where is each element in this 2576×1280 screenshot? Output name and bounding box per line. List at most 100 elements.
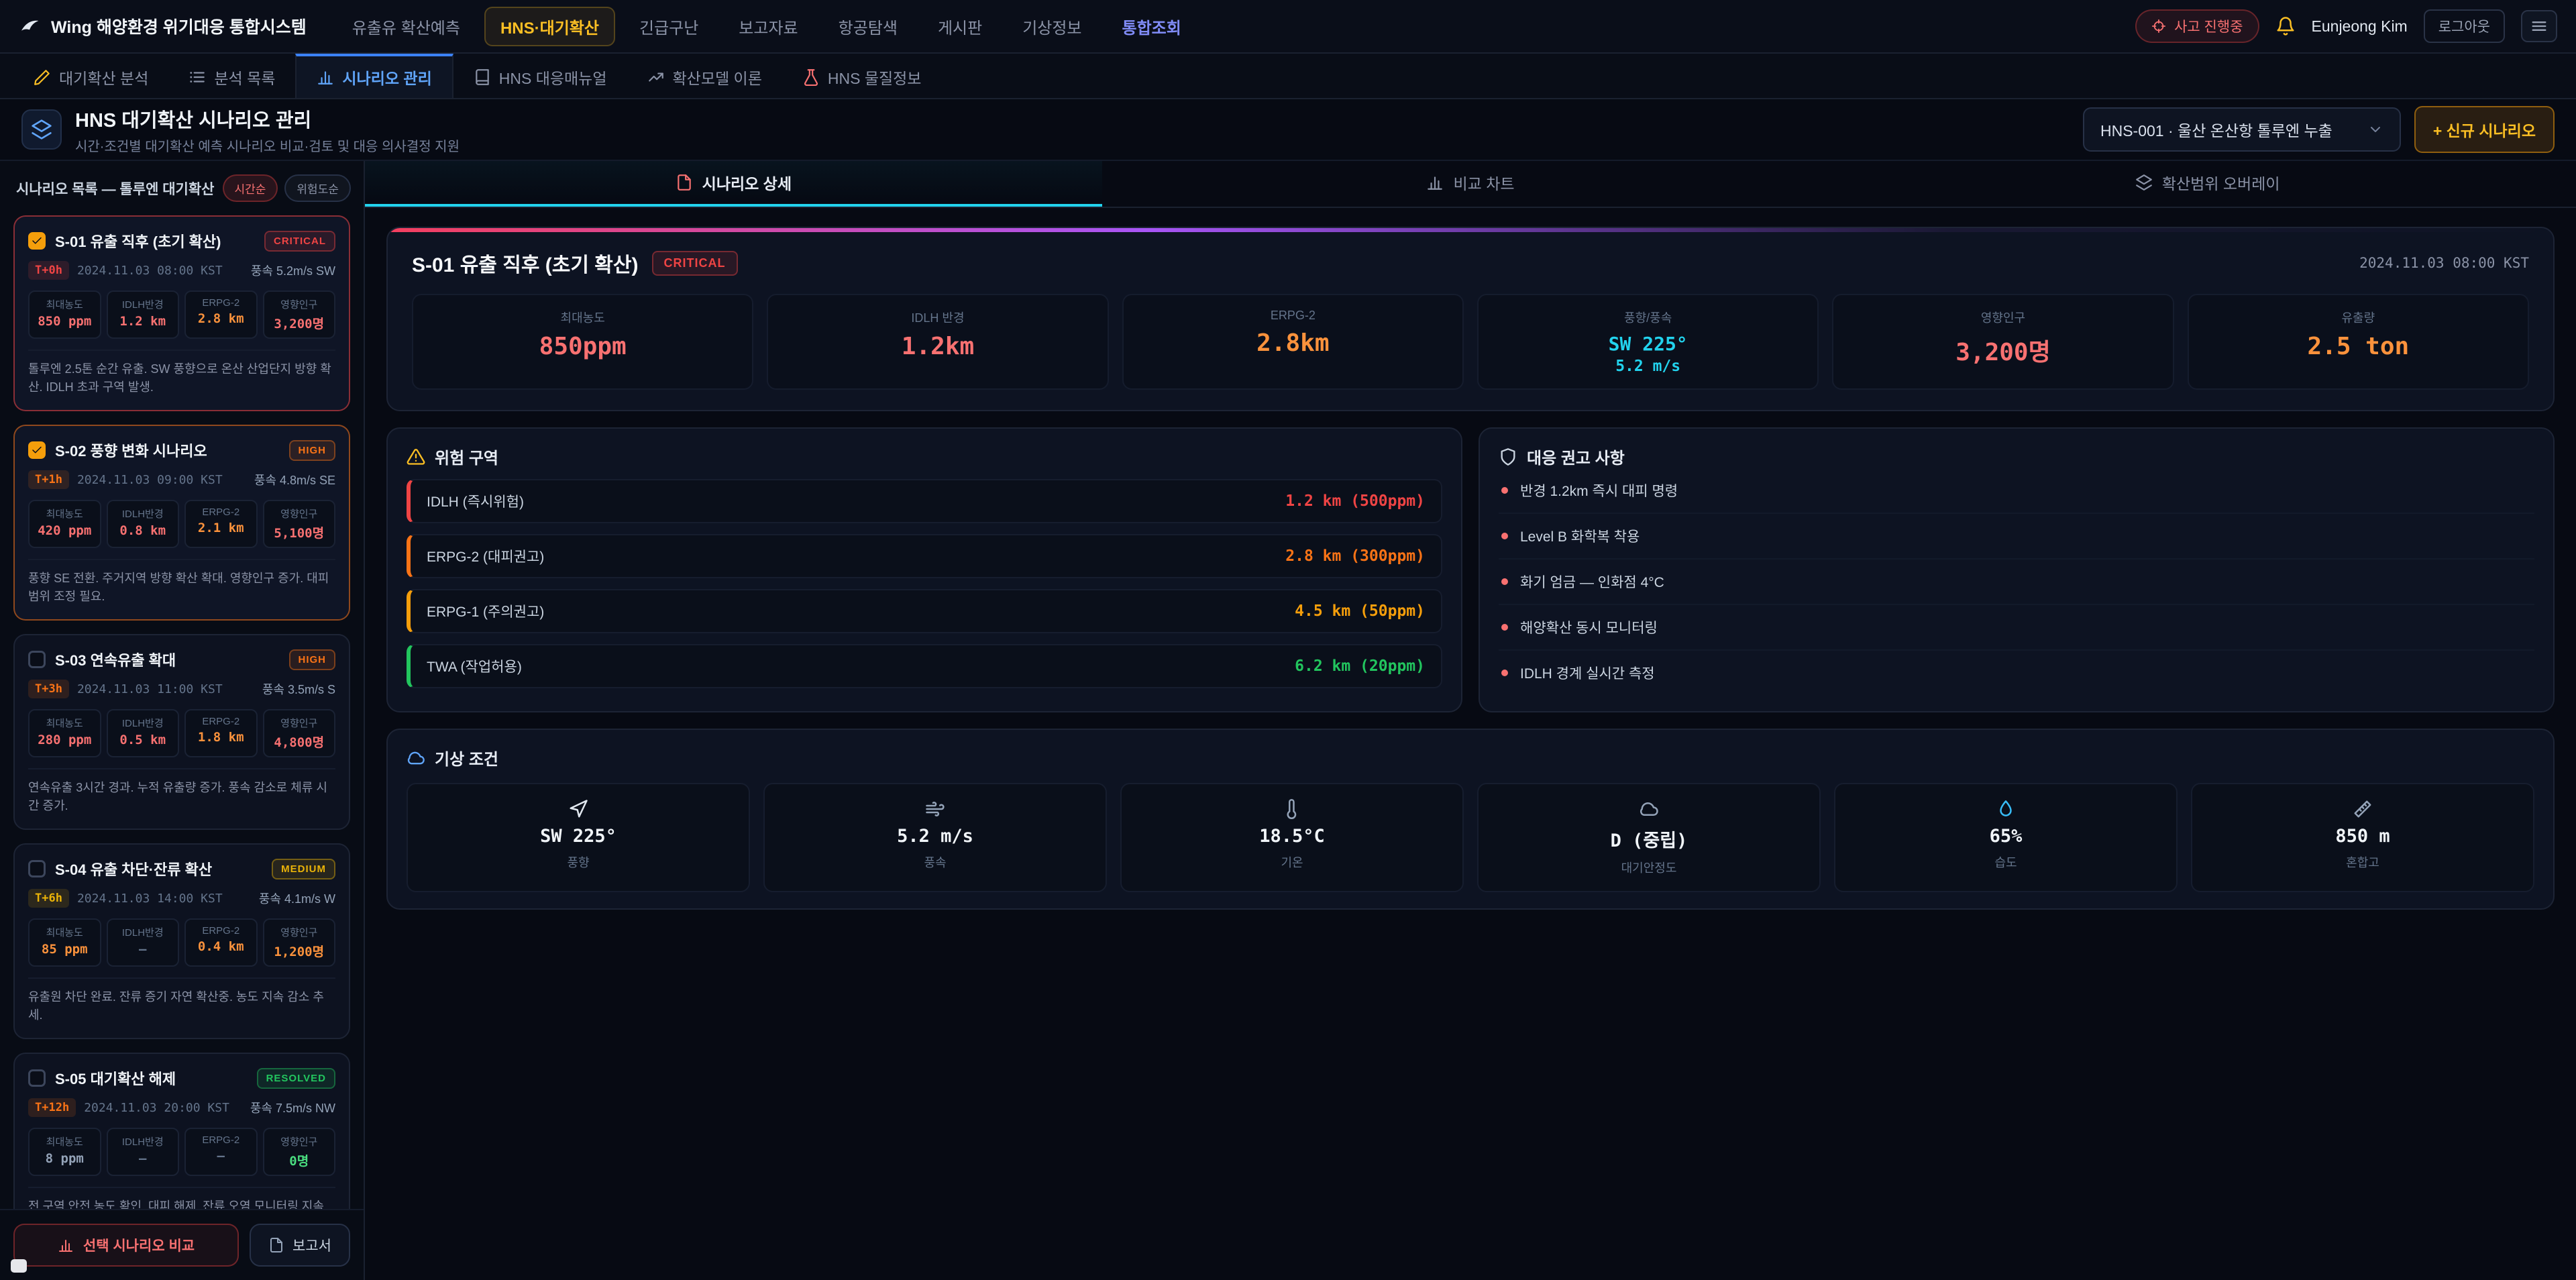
page-title: HNS 대기확산 시나리오 관리 — [75, 105, 460, 133]
severity-badge: HIGH — [289, 649, 336, 670]
menu-button[interactable] — [2521, 10, 2557, 42]
page-icon — [21, 109, 62, 150]
scenario-wind: 풍속 4.1m/s W — [259, 890, 335, 907]
bullet-icon — [1501, 487, 1508, 494]
detail-title: S-01 유출 직후 (초기 확산) — [412, 248, 639, 278]
scenario-checkbox[interactable] — [28, 232, 46, 250]
danger-zone-row: ERPG-2 (대피권고) 2.8 km (300ppm) — [407, 534, 1442, 578]
page-subtitle: 시간·조건별 대기확산 예측 시나리오 비교·검토 및 대응 의사결정 지원 — [75, 136, 460, 155]
page-header-left: HNS 대기확산 시나리오 관리 시간·조건별 대기확산 예측 시나리오 비교·… — [21, 105, 460, 155]
scenario-card-2[interactable]: S-02 풍향 변화 시나리오 HIGH T+1h 2024.11.03 09:… — [13, 425, 350, 621]
nav-item-1[interactable]: 유출유 확산예측 — [336, 7, 476, 46]
incident-crosshair-icon — [2151, 19, 2166, 34]
severity-badge: RESOLVED — [257, 1068, 335, 1089]
compare-scenarios-button[interactable]: 선택 시나리오 비교 — [13, 1224, 239, 1267]
new-scenario-button[interactable]: + 신규 시나리오 — [2414, 106, 2555, 153]
detail-tab-2[interactable]: 비교 차트 — [1102, 161, 1839, 207]
danger-zones-panel: 위험 구역 IDLH (즉시위험) 1.2 km (500ppm) ERPG-2… — [386, 427, 1462, 712]
scenario-card-5[interactable]: S-05 대기확산 해제 RESOLVED T+12h 2024.11.03 2… — [13, 1053, 350, 1209]
scenario-card-1[interactable]: S-01 유출 직후 (초기 확산) CRITICAL T+0h 2024.11… — [13, 215, 350, 411]
module-tab-5[interactable]: 확산모델 이론 — [627, 54, 782, 98]
module-tab-2[interactable]: 분석 목록 — [168, 54, 295, 98]
weather-cards: SW 225°풍향5.2 m/s풍속18.5°C기온D (중립)대기안정도65%… — [407, 783, 2534, 892]
scenario-sidebar: 시나리오 목록 — 톨루엔 대기확산 시간순위험도순 S-01 유출 직후 (초… — [0, 161, 365, 1280]
detail-stat: 영향인구 3,200명 — [1832, 294, 2174, 390]
chart-icon — [58, 1237, 74, 1253]
severity-badge: MEDIUM — [272, 859, 335, 879]
weather-title: 기상 조건 — [407, 746, 2534, 769]
report-button[interactable]: 보고서 — [250, 1224, 350, 1267]
thermometer-icon — [1282, 799, 1302, 819]
scenario-wind: 풍속 7.5m/s NW — [250, 1099, 335, 1116]
scenario-card-4[interactable]: S-04 유출 차단·잔류 확산 MEDIUM T+6h 2024.11.03 … — [13, 843, 350, 1039]
module-tab-3[interactable]: 시나리오 관리 — [295, 54, 453, 98]
file-icon — [676, 174, 693, 191]
scenario-checkbox[interactable] — [28, 860, 46, 877]
detail-tab-1[interactable]: 시나리오 상세 — [365, 161, 1102, 207]
wing-icon — [19, 15, 40, 37]
detail-datetime: 2024.11.03 08:00 KST — [2359, 255, 2529, 271]
app-root: Wing 해양환경 위기대응 통합시스템 유출유 확산예측HNS·대기확산긴급구… — [0, 0, 2576, 1280]
detail-tab-3[interactable]: 확산범위 오버레이 — [1839, 161, 2576, 207]
scenario-stat: 영향인구0명 — [263, 1128, 336, 1176]
scenario-stat: IDLH반경1.2 km — [107, 290, 180, 339]
severity-badge: HIGH — [289, 440, 336, 461]
scenario-stat: 최대농도420 ppm — [28, 500, 101, 548]
scenario-title: S-04 유출 차단·잔류 확산 — [55, 858, 262, 879]
scenario-description: 풍향 SE 전환. 주거지역 방향 확산 확대. 영향인구 증가. 대피 범위 … — [28, 559, 335, 606]
recommendation-item: 해양확산 동시 모니터링 — [1499, 605, 2534, 651]
scenario-description: 전 구역 안전 농도 확인. 대피 해제. 잔류 오염 모니터링 지속. — [28, 1187, 335, 1209]
nav-item-3[interactable]: 긴급구난 — [623, 7, 714, 46]
recommendation-item: Level B 화학복 착용 — [1499, 514, 2534, 559]
incident-status-badge: 사고 진행중 — [2135, 9, 2259, 43]
scenario-checkbox[interactable] — [28, 1069, 46, 1087]
weather-card: 850 m혼합고 — [2191, 783, 2534, 892]
nav-item-4[interactable]: 보고자료 — [722, 7, 814, 46]
scenario-description: 연속유출 3시간 경과. 누적 유출량 증가. 풍속 감소로 체류 시간 증가. — [28, 768, 335, 815]
bullet-icon — [1501, 624, 1508, 631]
scenario-stat: ERPG-21.8 km — [184, 709, 258, 757]
detail-stats: 최대농도 850ppm IDLH 반경 1.2km ERPG-2 2.8km 풍… — [412, 294, 2529, 390]
scenario-checkbox[interactable] — [28, 441, 46, 459]
nav-item-7[interactable]: 기상정보 — [1006, 7, 1097, 46]
incident-select[interactable]: HNS-001 · 울산 온산항 톨루엔 누출 — [2083, 107, 2401, 152]
sort-option-2[interactable]: 위험도순 — [284, 174, 351, 202]
logout-button[interactable]: 로그아웃 — [2424, 9, 2505, 43]
sort-option-1[interactable]: 시간순 — [223, 174, 278, 202]
nav-item-8[interactable]: 통합조회 — [1106, 7, 1197, 46]
recommendations-title: 대응 권고 사항 — [1499, 445, 2534, 468]
scenario-card-3[interactable]: S-03 연속유출 확대 HIGH T+3h 2024.11.03 11:00 … — [13, 634, 350, 830]
module-tab-4[interactable]: HNS 대응매뉴얼 — [453, 54, 627, 98]
scenario-title: S-05 대기확산 해제 — [55, 1067, 248, 1089]
scenario-stat: 최대농도850 ppm — [28, 290, 101, 339]
scenario-wind: 풍속 5.2m/s SW — [251, 262, 335, 279]
sidebar-title: 시나리오 목록 — 톨루엔 대기확산 — [16, 178, 215, 199]
app-logo: Wing 해양환경 위기대응 통합시스템 — [19, 14, 307, 38]
wing-logo-icon — [19, 15, 40, 37]
nav-item-2[interactable]: HNS·대기확산 — [484, 7, 615, 46]
scenario-stat: ERPG-22.8 km — [184, 290, 258, 339]
weather-card: D (중립)대기안정도 — [1477, 783, 1821, 892]
scenario-stat: 최대농도85 ppm — [28, 918, 101, 967]
weather-panel: 기상 조건 SW 225°풍향5.2 m/s풍속18.5°C기온D (중립)대기… — [386, 729, 2555, 910]
file-icon — [268, 1237, 284, 1253]
scenario-title: S-03 연속유출 확대 — [55, 649, 280, 670]
nav-item-5[interactable]: 항공탐색 — [822, 7, 914, 46]
compare-chart-icon — [58, 1237, 74, 1253]
scenario-description: 유출원 차단 완료. 잔류 증기 자연 확산중. 농도 지속 감소 추세. — [28, 977, 335, 1024]
check-icon — [31, 444, 43, 456]
module-tab-6[interactable]: HNS 물질정보 — [782, 54, 942, 98]
module-tab-1[interactable]: 대기확산 분석 — [13, 54, 168, 98]
detail-stat: IDLH 반경 1.2km — [767, 294, 1108, 390]
severity-badge: CRITICAL — [264, 231, 335, 252]
shield-icon — [1499, 447, 1517, 466]
document-icon — [268, 1237, 284, 1253]
cloud-icon — [1639, 799, 1659, 819]
scenario-checkbox[interactable] — [28, 651, 46, 668]
nav-item-6[interactable]: 게시판 — [922, 7, 998, 46]
detail-stat: 유출량 2.5 ton — [2188, 294, 2529, 390]
notification-bell-icon[interactable] — [2275, 16, 2296, 36]
layers-icon — [31, 119, 52, 140]
time-offset-badge: T+1h — [28, 470, 69, 489]
bullet-icon — [1501, 533, 1508, 539]
